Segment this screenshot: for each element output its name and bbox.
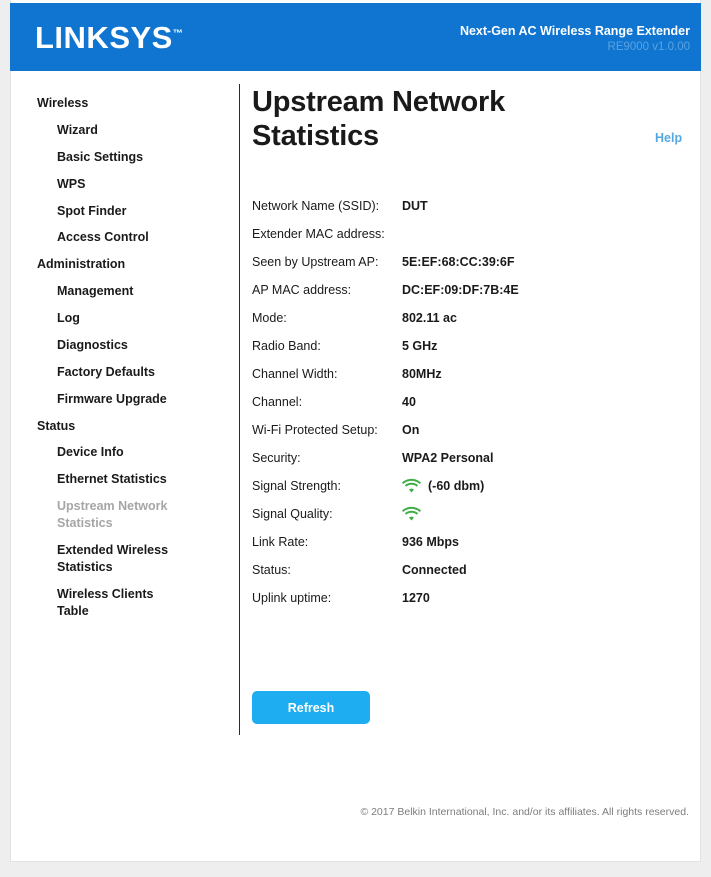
- table-row: Mode: 802.11 ac: [252, 304, 632, 332]
- wifi-icon: [402, 478, 421, 493]
- stat-value: DUT: [402, 198, 428, 213]
- stat-label: Security:: [252, 450, 301, 465]
- stat-label: Wi-Fi Protected Setup:: [252, 422, 378, 437]
- footer-copyright: © 2017 Belkin International, Inc. and/or…: [360, 806, 689, 818]
- sidebar-section-administration: Administration: [37, 257, 126, 272]
- page-title: Upstream Network Statistics: [252, 86, 506, 152]
- stat-label: Signal Strength:: [252, 478, 341, 493]
- stat-label: Link Rate:: [252, 534, 309, 549]
- page-root: LINKSYS™ Next-Gen AC Wireless Range Exte…: [0, 0, 711, 877]
- refresh-button[interactable]: Refresh: [252, 691, 370, 724]
- stat-label: Mode:: [252, 310, 287, 325]
- stat-label: Status:: [252, 562, 291, 577]
- signal-cell: [402, 506, 632, 521]
- stat-value: Connected: [402, 562, 467, 577]
- stat-value: 1270: [402, 590, 430, 605]
- table-row: Uplink uptime: 1270: [252, 584, 632, 612]
- stat-value: 80MHz: [402, 366, 442, 381]
- table-row: Seen by Upstream AP: 5E:EF:68:CC:39:6F: [252, 248, 632, 276]
- stat-value: On: [402, 422, 420, 437]
- logo-wordmark: LINKSYS: [35, 20, 173, 55]
- sidebar-item-access-control[interactable]: Access Control: [10, 224, 239, 251]
- sidebar-item-diagnostics[interactable]: Diagnostics: [10, 332, 239, 359]
- table-row: Link Rate: 936 Mbps: [252, 528, 632, 556]
- sidebar-item-basic-settings[interactable]: Basic Settings: [10, 144, 239, 171]
- table-row: Network Name (SSID): DUT: [252, 192, 632, 220]
- stat-label: Uplink uptime:: [252, 590, 332, 605]
- stat-label: Seen by Upstream AP:: [252, 254, 379, 269]
- sidebar-item-extended-wireless-statistics[interactable]: Extended Wireless Statistics: [10, 537, 239, 581]
- sidebar-item-ethernet-statistics[interactable]: Ethernet Statistics: [10, 466, 239, 493]
- table-row: Radio Band: 5 GHz: [252, 332, 632, 360]
- sidebar-item-upstream-network-statistics[interactable]: Upstream Network Statistics: [10, 493, 239, 537]
- stat-value: 802.11 ac: [402, 310, 457, 325]
- trademark-symbol: ™: [172, 28, 183, 40]
- table-row: Wi-Fi Protected Setup: On: [252, 416, 632, 444]
- linksys-logo: LINKSYS™: [35, 22, 183, 53]
- stat-label: AP MAC address:: [252, 282, 352, 297]
- main-content: Upstream Network Statistics Help Network…: [252, 86, 692, 724]
- sidebar-item-wireless-clients-table[interactable]: Wireless Clients Table: [10, 581, 239, 625]
- stat-value: 936 Mbps: [402, 534, 459, 549]
- sidebar-section-wireless: Wireless: [37, 96, 89, 110]
- table-row: AP MAC address: DC:EF:09:DF:7B:4E: [252, 276, 632, 304]
- header-product-info: Next-Gen AC Wireless Range Extender RE90…: [460, 24, 690, 55]
- stat-value: [402, 500, 632, 528]
- stat-value: 5E:EF:68:CC:39:6F: [402, 254, 515, 269]
- table-row: Channel: 40: [252, 388, 632, 416]
- sidebar-item-wizard[interactable]: Wizard: [10, 117, 239, 144]
- sidebar-content-divider: [239, 84, 240, 735]
- table-row: Security: WPA2 Personal: [252, 444, 632, 472]
- stat-label: Channel:: [252, 394, 303, 409]
- table-row: Status: Connected: [252, 556, 632, 584]
- stat-label: Channel Width:: [252, 366, 338, 381]
- stat-value: WPA2 Personal: [402, 450, 494, 465]
- sidebar-item-firmware-upgrade[interactable]: Firmware Upgrade: [10, 386, 239, 413]
- sidebar-item-log[interactable]: Log: [10, 305, 239, 332]
- signal-strength-value: (-60 dbm): [428, 478, 485, 493]
- sidebar-item-spot-finder[interactable]: Spot Finder: [10, 198, 239, 225]
- sidebar-item-factory-defaults[interactable]: Factory Defaults: [10, 359, 239, 386]
- signal-cell: (-60 dbm): [402, 478, 632, 493]
- wifi-icon: [402, 506, 421, 521]
- stat-value: (-60 dbm): [402, 472, 632, 500]
- table-row: Extender MAC address:: [252, 220, 632, 248]
- stat-value: [402, 220, 632, 248]
- table-row: Signal Quality:: [252, 500, 632, 528]
- upstream-stats-table: Network Name (SSID): DUT Extender MAC addr…: [252, 192, 632, 612]
- sidebar-nav: Wireless Wizard Basic Settings WPS Spot Find…: [10, 90, 239, 624]
- table-row: Signal Strength: (-60 dbm): [252, 472, 632, 500]
- stat-value: 40: [402, 394, 416, 409]
- stat-value: 5 GHz: [402, 338, 438, 353]
- sidebar-item-device-info[interactable]: Device Info: [10, 439, 239, 466]
- stat-label: Signal Quality:: [252, 506, 333, 521]
- product-name: Next-Gen AC Wireless Range Extender: [459, 24, 690, 38]
- sidebar-item-management[interactable]: Management: [10, 278, 239, 305]
- sidebar-item-wps[interactable]: WPS: [10, 171, 239, 198]
- stat-label: Extender MAC address:: [252, 226, 385, 241]
- stat-label: Radio Band:: [252, 338, 321, 353]
- model-version: RE9000 v1.0.00: [607, 40, 690, 53]
- sidebar-section-status: Status: [37, 418, 76, 433]
- app-header: LINKSYS™ Next-Gen AC Wireless Range Exte…: [10, 3, 701, 71]
- help-link[interactable]: Help: [655, 131, 682, 145]
- table-row: Channel Width: 80MHz: [252, 360, 632, 388]
- stat-value: DC:EF:09:DF:7B:4E: [402, 282, 519, 297]
- stat-label: Network Name (SSID):: [252, 198, 380, 213]
